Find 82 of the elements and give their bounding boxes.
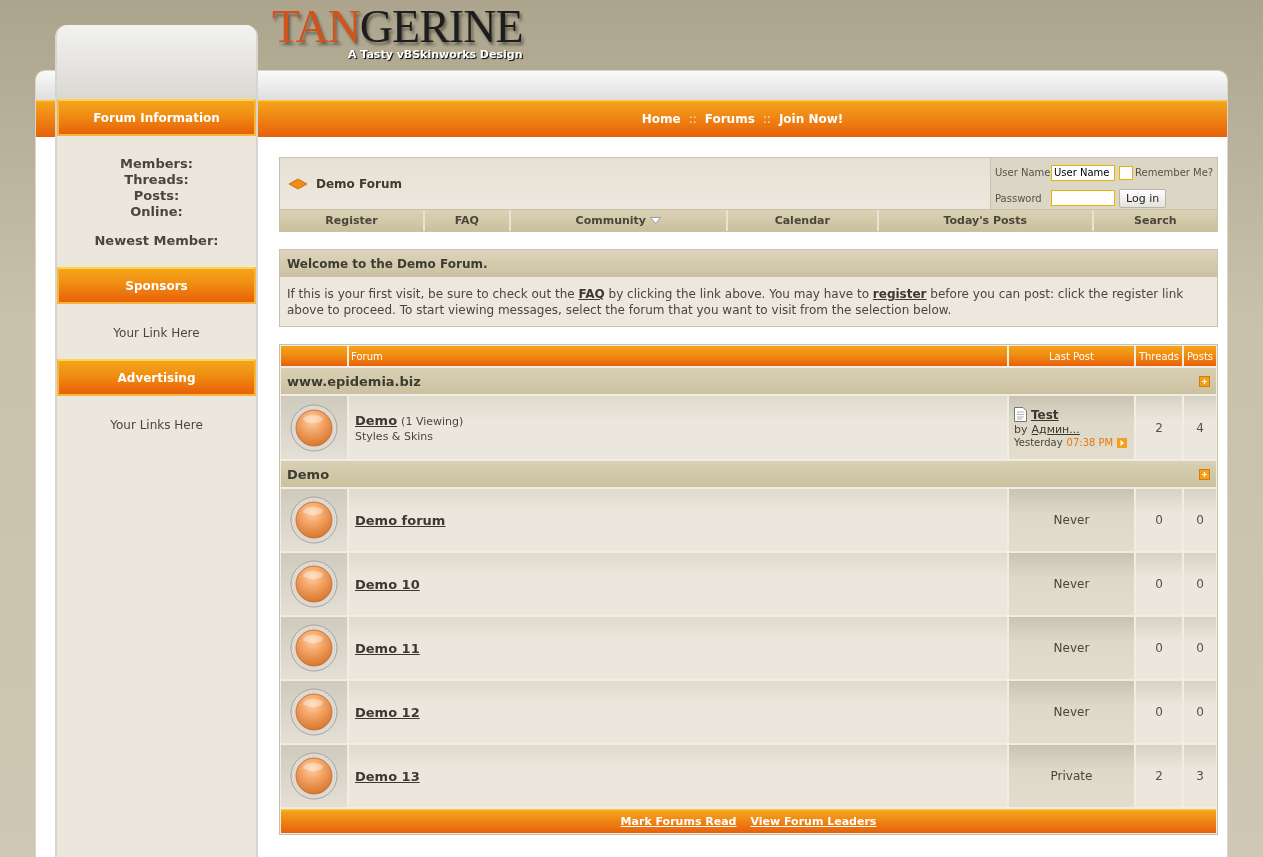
forum-status-icon bbox=[290, 688, 338, 736]
sidebar-heading: Sponsors bbox=[57, 267, 256, 304]
nav-tab[interactable]: FAQ bbox=[425, 210, 511, 231]
sidebar-heading: Forum Information bbox=[57, 99, 256, 136]
expand-icon[interactable] bbox=[1199, 468, 1210, 480]
column-header: Forum bbox=[349, 346, 1007, 366]
column-header: Posts bbox=[1184, 346, 1216, 366]
password-label: Password bbox=[995, 192, 1043, 204]
header-cell bbox=[281, 346, 347, 366]
text-link[interactable]: FAQ bbox=[578, 287, 605, 301]
post-date: Yesterday bbox=[1014, 437, 1063, 448]
category-row[interactable]: Demo bbox=[281, 461, 1216, 487]
post-count: 0 bbox=[1184, 681, 1216, 743]
column-header: Last Post bbox=[1009, 346, 1134, 366]
thread-count: 0 bbox=[1136, 617, 1182, 679]
nav-tab[interactable]: Today's Posts bbox=[878, 210, 1094, 231]
remember-checkbox[interactable] bbox=[1119, 165, 1133, 180]
category-title[interactable]: www.epidemia.biz bbox=[287, 373, 421, 389]
nav-separator: :: bbox=[688, 111, 697, 126]
diamond-icon bbox=[288, 177, 308, 190]
post-count: 4 bbox=[1184, 396, 1216, 459]
forum-status-icon bbox=[290, 496, 338, 544]
expand-icon[interactable] bbox=[1199, 375, 1210, 387]
forum-link[interactable]: Demo 13 bbox=[355, 768, 420, 784]
thread-count: 0 bbox=[1136, 681, 1182, 743]
document-icon bbox=[1014, 407, 1027, 422]
forum-link[interactable]: Demo 11 bbox=[355, 640, 420, 656]
nav-tab[interactable]: Calendar bbox=[727, 210, 879, 231]
category-row[interactable]: www.epidemia.biz bbox=[281, 368, 1216, 394]
thread-count: 2 bbox=[1136, 745, 1182, 807]
by-label: by bbox=[1014, 423, 1028, 436]
post-time: 07:38 PM bbox=[1066, 437, 1114, 448]
last-post-status: Never bbox=[1053, 577, 1090, 591]
forum-description: Styles & Skins bbox=[355, 429, 435, 443]
user-name-field[interactable]: User Name bbox=[1051, 164, 1115, 181]
nav-separator: :: bbox=[762, 111, 771, 126]
welcome-text: If this is your first visit, be sure to check out the FAQ by clicking the link above. You may have to register before you can post: click the register link above to proceed. To start viewing messages, select the forum that you want to visit from the selection below. bbox=[280, 279, 1217, 326]
post-count: 3 bbox=[1184, 745, 1216, 807]
last-post-status: Never bbox=[1053, 513, 1090, 527]
post-count: 0 bbox=[1184, 489, 1216, 551]
last-post-status: Never bbox=[1053, 641, 1090, 655]
forum-link[interactable]: Demo forum bbox=[355, 512, 446, 528]
category-title[interactable]: Demo bbox=[287, 466, 330, 482]
logo-tagline: A Tasty vBSkinworks Design bbox=[348, 48, 523, 61]
breadcrumb[interactable]: Demo Forum bbox=[316, 176, 402, 191]
text-link[interactable]: register bbox=[872, 287, 927, 301]
viewing-count: (1 Viewing) bbox=[401, 414, 464, 428]
forum-link[interactable]: Demo bbox=[355, 412, 398, 428]
post-count: 0 bbox=[1184, 553, 1216, 615]
nav-tab[interactable]: Register bbox=[280, 210, 425, 231]
forum-status-icon bbox=[290, 624, 338, 672]
stat-label: Online: bbox=[130, 204, 183, 220]
newest-member-label: Newest Member: bbox=[94, 233, 219, 249]
nav-tab[interactable]: Search bbox=[1093, 210, 1217, 231]
post-count: 0 bbox=[1184, 617, 1216, 679]
stat-label: Posts: bbox=[133, 188, 180, 204]
forum-link[interactable]: Demo 10 bbox=[355, 576, 420, 592]
remember-label: Remember Me? bbox=[1135, 167, 1214, 178]
login-button[interactable]: Log in bbox=[1119, 188, 1167, 208]
forum-status-icon bbox=[290, 560, 338, 608]
forum-status-icon bbox=[290, 403, 338, 452]
forum-status-icon bbox=[290, 752, 338, 800]
password-field[interactable] bbox=[1051, 190, 1115, 206]
post-title-link[interactable]: Test bbox=[1031, 407, 1059, 422]
sidebar-text: Your Link Here bbox=[112, 325, 201, 342]
go-to-post-icon[interactable] bbox=[1117, 437, 1128, 448]
author-link[interactable]: Админ... bbox=[1031, 423, 1080, 436]
sidebar-text: Your Links Here bbox=[109, 417, 204, 434]
thread-count: 0 bbox=[1136, 553, 1182, 615]
last-post-status: Never bbox=[1053, 705, 1090, 719]
user-name-label: User Name bbox=[995, 167, 1051, 178]
stat-label: Threads: bbox=[124, 172, 189, 188]
column-header: Threads bbox=[1136, 346, 1182, 366]
welcome-title: Welcome to the Demo Forum. bbox=[280, 250, 1217, 279]
forum-link[interactable]: Demo 12 bbox=[355, 704, 420, 720]
sidebar-heading: Advertising bbox=[57, 359, 256, 396]
stat-label: Members: bbox=[120, 156, 193, 172]
nav-tab[interactable]: Community bbox=[510, 210, 728, 231]
last-post-status: Private bbox=[1050, 769, 1093, 783]
thread-count: 0 bbox=[1136, 489, 1182, 551]
logo-text: TANGERINE bbox=[272, 4, 523, 50]
thread-count: 2 bbox=[1136, 396, 1182, 459]
